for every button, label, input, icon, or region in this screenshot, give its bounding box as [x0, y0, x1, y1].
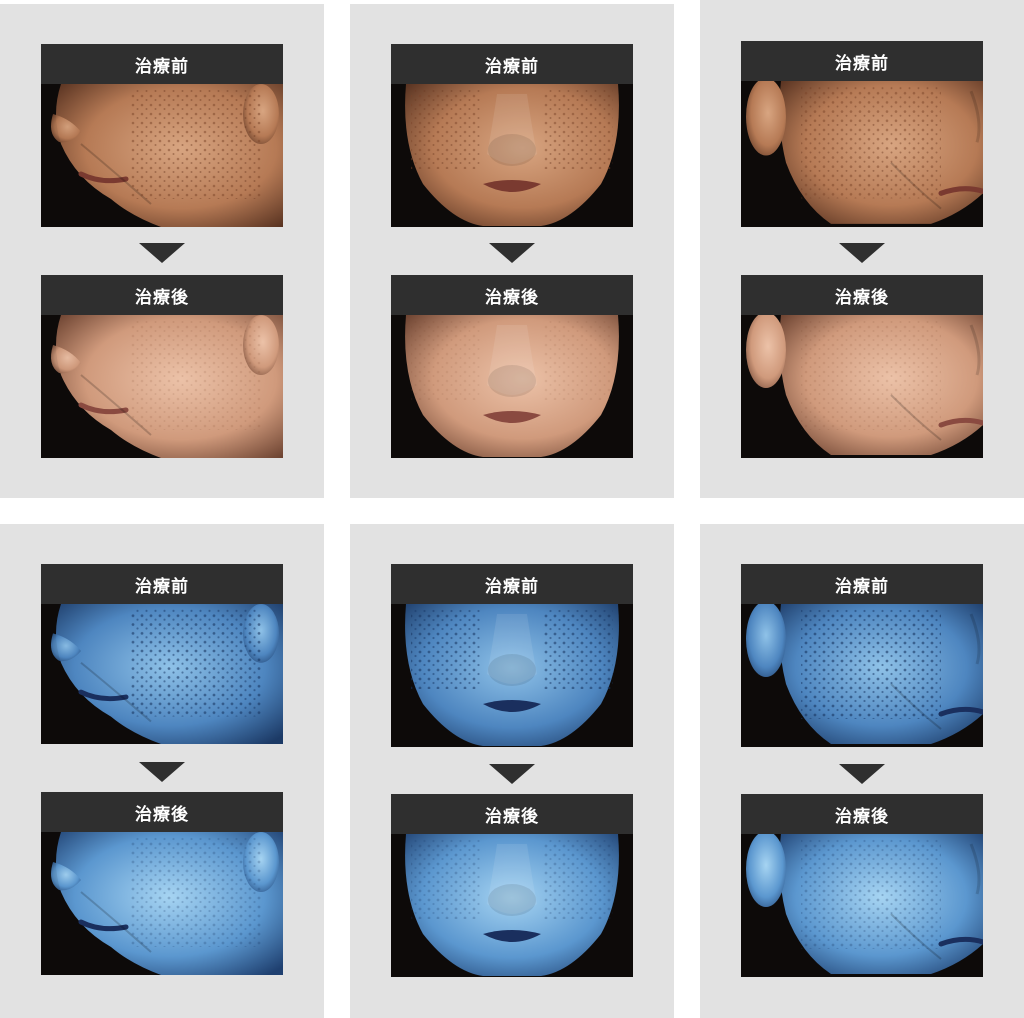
down-arrow-icon — [839, 764, 885, 784]
before-photo — [391, 604, 633, 747]
after-photo — [41, 315, 283, 458]
before-label: 治療前 — [391, 564, 633, 604]
comparison-panel-right-oblique: 治療前 治療後 — [700, 0, 1024, 498]
before-photo — [41, 84, 283, 227]
after-photo — [391, 315, 633, 458]
before-label: 治療前 — [41, 564, 283, 604]
before-label: 治療前 — [41, 44, 283, 84]
after-label: 治療後 — [391, 794, 633, 834]
after-photo — [41, 832, 283, 975]
down-arrow-icon — [489, 243, 535, 263]
down-arrow-icon — [839, 243, 885, 263]
down-arrow-icon — [489, 764, 535, 784]
after-label: 治療後 — [741, 794, 983, 834]
comparison-panel-frontal: 治療前 治療後 — [350, 4, 674, 498]
uv-comparison-panel-right-oblique: 治療前 治療後 — [700, 524, 1024, 1018]
after-photo — [741, 834, 983, 977]
before-label: 治療前 — [741, 41, 983, 81]
before-photo — [391, 84, 633, 227]
before-label: 治療前 — [741, 564, 983, 604]
after-label: 治療後 — [41, 792, 283, 832]
after-photo — [741, 315, 983, 458]
before-label: 治療前 — [391, 44, 633, 84]
after-label: 治療後 — [741, 275, 983, 315]
comparison-panel-left-oblique: 治療前 治療後 — [0, 4, 324, 498]
after-photo — [391, 834, 633, 977]
after-label: 治療後 — [391, 275, 633, 315]
before-photo — [741, 81, 983, 227]
before-photo — [41, 604, 283, 744]
down-arrow-icon — [139, 243, 185, 263]
down-arrow-icon — [139, 762, 185, 782]
uv-comparison-panel-left-oblique: 治療前 治療後 — [0, 524, 324, 1018]
uv-comparison-panel-frontal: 治療前 治療後 — [350, 524, 674, 1018]
before-photo — [741, 604, 983, 747]
after-label: 治療後 — [41, 275, 283, 315]
